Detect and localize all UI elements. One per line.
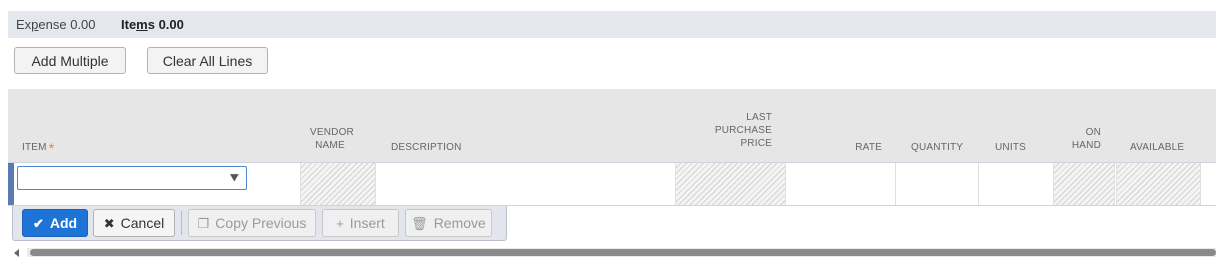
insert-line-label: Insert [349,215,385,231]
column-header-on-hand-line1: ON [1085,127,1101,138]
column-header-last-purchase-price[interactable]: LAST PURCHASE PRICE [688,111,772,150]
column-header-on-hand[interactable]: ON HAND [1053,126,1101,152]
cancel-line-label: Cancel [120,215,165,231]
column-header-on-hand-line2: HAND [1071,140,1101,151]
required-asterisk-icon: * [48,140,55,156]
column-header-quantity[interactable]: QUANTITY [911,141,963,154]
plus-icon: + [336,215,344,231]
add-line-label: Add [49,215,78,231]
copy-previous-button[interactable]: ❐ Copy Previous [188,209,316,237]
column-header-last-purchase-price-line2: PURCHASE [714,125,772,136]
column-divider [895,163,896,205]
last-purchase-price-cell [675,163,786,205]
column-header-last-purchase-price-line1: LAST [746,112,772,123]
tab-expense-label-post: ense 0.00 [38,17,96,32]
tab-expense[interactable]: Expense 0.00 [8,17,113,32]
tab-items-label-pre: Ite [121,17,137,32]
on-hand-cell [1053,163,1115,205]
item-select-field[interactable]: ⯆ [17,166,247,190]
clear-all-lines-button[interactable]: Clear All Lines [147,47,268,74]
item-edit-row: ⯆ [8,162,1216,206]
remove-line-label: Remove [433,215,486,231]
close-icon: ✖ [103,215,115,231]
column-header-vendor-name-line2: NAME [315,140,345,151]
available-cell [1116,163,1201,205]
column-header-last-purchase-price-line3: PRICE [740,138,772,149]
scroll-left-arrow-icon[interactable] [14,249,19,257]
tab-items-label-accesskey: m [136,17,148,32]
horizontal-scrollbar-thumb[interactable] [30,249,1216,256]
row-action-bar: ✔ Add ✖ Cancel ❐ Copy Previous + Insert … [12,206,507,241]
copy-previous-label: Copy Previous [215,215,307,231]
check-icon: ✔ [32,215,44,231]
items-table-header: ITEM * VENDOR NAME DESCRIPTION LAST PURCH… [8,89,1216,162]
current-row-marker [8,163,14,205]
double-chevron-down-icon[interactable]: ⯆ [229,169,240,187]
column-divider [978,163,979,205]
column-header-vendor-name-line1: VENDOR [310,127,354,138]
column-header-item[interactable]: ITEM * [22,141,54,155]
column-header-vendor-name[interactable]: VENDOR NAME [310,126,354,152]
column-header-available[interactable]: AVAILABLE [1130,141,1184,154]
column-header-item-label: ITEM [22,142,47,153]
insert-line-button[interactable]: + Insert [322,209,399,237]
action-separator [181,211,182,235]
tab-items[interactable]: Items 0.00 [113,17,184,32]
add-multiple-button[interactable]: Add Multiple [14,47,126,74]
column-header-description[interactable]: DESCRIPTION [391,141,462,154]
column-header-rate[interactable]: RATE [828,141,882,154]
tab-expense-label-pre: Ex [16,17,32,32]
tab-items-label-post: s 0.00 [147,17,184,32]
cancel-line-button[interactable]: ✖ Cancel [93,209,175,237]
copy-icon: ❐ [197,215,210,231]
trash-icon: 🗑 [411,215,428,231]
column-header-units[interactable]: UNITS [995,141,1026,154]
add-line-button[interactable]: ✔ Add [22,209,88,237]
vendor-name-cell [300,163,376,205]
subtab-bar: Expense 0.00 Items 0.00 [8,11,1216,38]
remove-line-button[interactable]: 🗑 Remove [405,209,492,237]
